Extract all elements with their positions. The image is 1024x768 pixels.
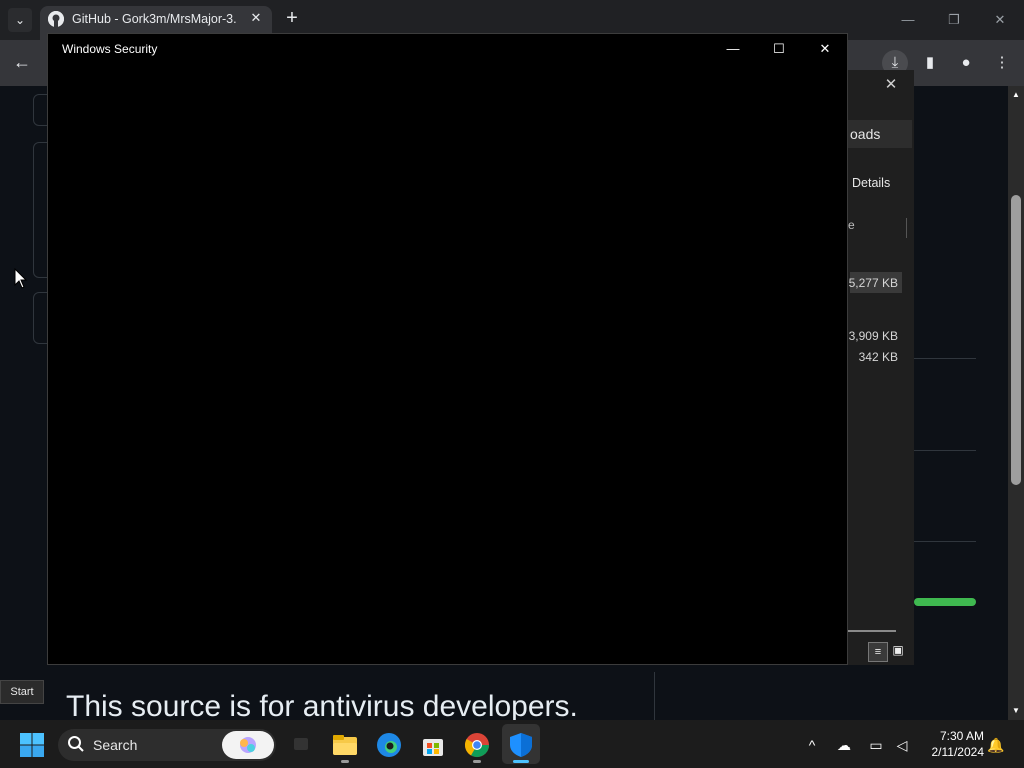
language-bar bbox=[914, 598, 976, 606]
scrollbar-thumb[interactable] bbox=[1011, 195, 1021, 485]
memory-value: 342 KB bbox=[858, 350, 898, 364]
github-icon bbox=[48, 11, 64, 27]
back-button[interactable]: ← bbox=[10, 52, 34, 74]
windows-start-icon[interactable] bbox=[18, 731, 46, 759]
chevron-up-icon[interactable]: ^ bbox=[802, 735, 822, 755]
task-view-icon[interactable] bbox=[294, 738, 308, 750]
mouse-cursor-icon bbox=[14, 267, 28, 290]
network-icon[interactable]: ▭ bbox=[866, 735, 886, 755]
browser-close-button[interactable]: ✕ bbox=[988, 8, 1012, 32]
scroll-up-icon[interactable]: ▲ bbox=[1011, 90, 1021, 100]
task-manager-window bbox=[848, 70, 914, 665]
divider bbox=[914, 541, 976, 542]
edge-icon[interactable] bbox=[374, 730, 404, 760]
copilot-icon[interactable] bbox=[222, 731, 274, 759]
start-tooltip: Start bbox=[0, 680, 44, 704]
running-indicator bbox=[341, 760, 349, 763]
maximize-button[interactable]: ☐ bbox=[766, 40, 792, 58]
new-tab-button[interactable]: + bbox=[282, 8, 302, 30]
search-icon bbox=[66, 735, 86, 755]
file-explorer-icon[interactable] bbox=[330, 730, 360, 760]
window-title: Windows Security bbox=[62, 42, 158, 56]
volume-muted-icon[interactable]: ◁ bbox=[892, 735, 912, 755]
clock-date[interactable]: 2/11/2024 bbox=[920, 745, 985, 761]
side-panel-icon[interactable]: ▮ bbox=[918, 52, 942, 74]
task-manager-column-header[interactable]: e bbox=[848, 218, 907, 238]
running-indicator bbox=[473, 760, 481, 763]
browser-restore-button[interactable]: ❐ bbox=[942, 8, 966, 32]
microsoft-store-icon[interactable] bbox=[418, 730, 448, 760]
active-indicator bbox=[513, 760, 529, 763]
task-manager-details-tab[interactable]: Details bbox=[852, 176, 912, 196]
minimize-button[interactable]: — bbox=[720, 40, 746, 58]
task-manager-close-button[interactable]: ✕ bbox=[880, 75, 902, 95]
chrome-icon[interactable] bbox=[462, 730, 492, 760]
scroll-down-icon[interactable]: ▼ bbox=[1011, 706, 1021, 716]
search-label: Search bbox=[93, 737, 138, 753]
close-button[interactable]: ✕ bbox=[812, 40, 838, 58]
tab-search-button[interactable]: ⌄ bbox=[8, 8, 32, 32]
windows-security-window bbox=[47, 33, 848, 665]
clock-time[interactable]: 7:30 AM bbox=[920, 729, 984, 745]
tab-title: GitHub - Gork3m/MrsMajor-3.0 bbox=[72, 12, 237, 26]
list-view-icon[interactable]: ≡ bbox=[868, 642, 888, 662]
menu-icon[interactable]: ⋮ bbox=[990, 52, 1014, 74]
memory-value: 5,277 KB bbox=[848, 276, 898, 290]
notification-bell-icon[interactable]: 🔔 bbox=[986, 735, 1006, 755]
divider bbox=[914, 450, 976, 451]
divider bbox=[914, 358, 976, 359]
task-manager-tab[interactable]: oads bbox=[848, 120, 912, 148]
windows-security-icon[interactable] bbox=[506, 730, 536, 760]
tab-close-button[interactable]: ✕ bbox=[248, 10, 264, 28]
task-manager-scrollbar[interactable] bbox=[848, 630, 896, 632]
browser-minimize-button[interactable]: — bbox=[896, 8, 920, 32]
memory-value: 3,909 KB bbox=[848, 329, 898, 343]
compact-view-icon[interactable]: ▣ bbox=[890, 642, 906, 658]
profile-icon[interactable]: ● bbox=[954, 52, 978, 74]
onedrive-icon[interactable]: ☁ bbox=[834, 735, 854, 755]
